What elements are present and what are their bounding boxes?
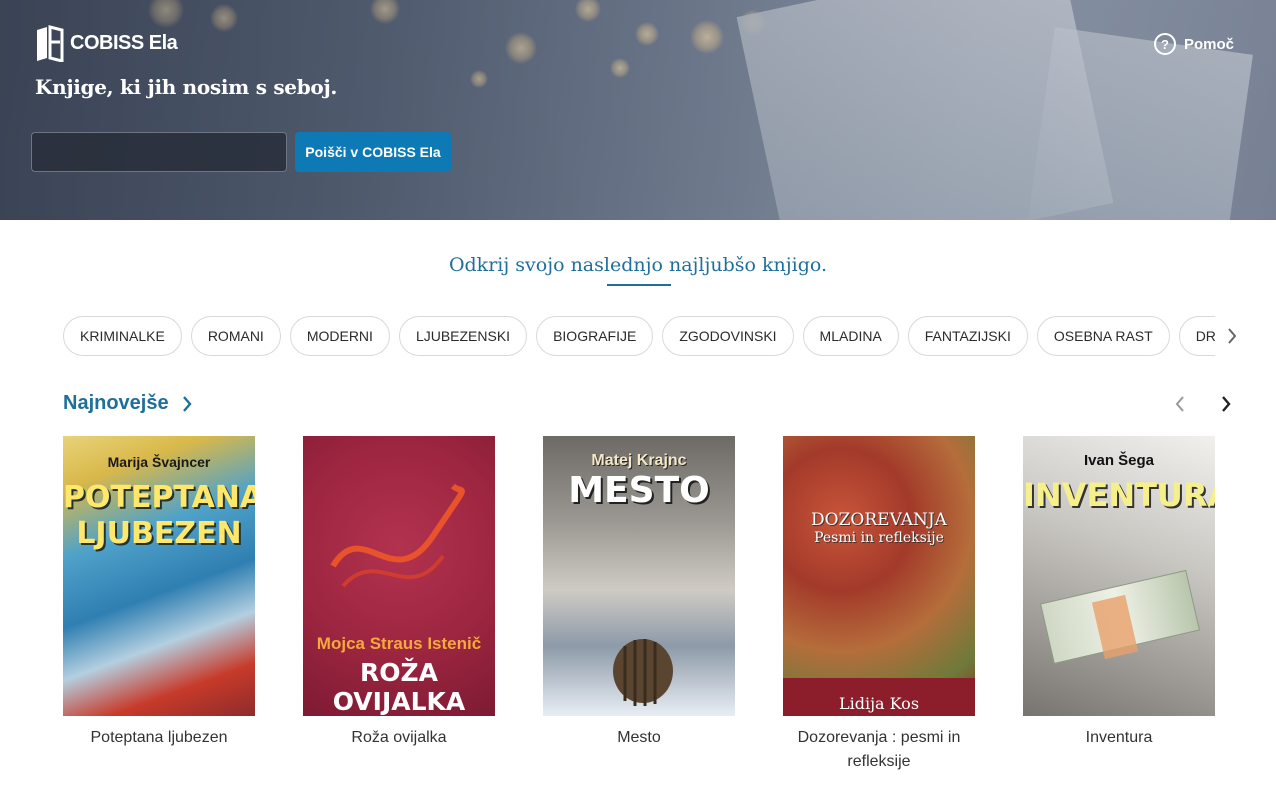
category-chip[interactable]: MODERNI	[289, 316, 390, 356]
help-label: Pomoč	[1184, 35, 1235, 53]
chevron-right-icon	[179, 394, 195, 414]
chevron-left-icon	[1175, 396, 1184, 412]
book-title[interactable]: Roža ovijalka	[303, 726, 495, 750]
book-cover[interactable]: Marija Švajncer POTEPTANA LJUBEZEN	[63, 436, 255, 716]
book-card[interactable]: Ivan Šega INVENTURA Inventura	[1023, 436, 1215, 750]
cover-title: DOZOREVANJA	[811, 510, 947, 530]
book-carousel: Marija Švajncer POTEPTANA LJUBEZEN Potep…	[63, 436, 1223, 776]
cover-author: Matej Krajnc	[591, 452, 687, 469]
cover-title: MESTO	[568, 470, 710, 511]
category-chip[interactable]: ZGODOVINSKI	[662, 316, 794, 356]
book-cover[interactable]: Ivan Šega INVENTURA	[1023, 436, 1215, 716]
title-underline	[607, 284, 671, 286]
category-chip[interactable]: KRIMINALKE	[63, 316, 182, 356]
book-card[interactable]: Matej Krajnc MESTO Mesto	[543, 436, 735, 750]
category-chip[interactable]: BIOGRAFIJE	[536, 316, 654, 356]
category-chip[interactable]: LJUBEZENSKI	[398, 316, 528, 356]
categories-next-button[interactable]	[1222, 324, 1242, 348]
book-card[interactable]: DOZOREVANJA Pesmi in refleksije Lidija K…	[783, 436, 975, 774]
discover-title: Odkrij svojo naslednjo najljubšo knjigo.	[448, 254, 828, 276]
chevron-right-icon	[1228, 328, 1237, 344]
category-chip[interactable]: ROMANI	[190, 316, 281, 356]
book-logo-icon	[37, 25, 64, 62]
category-chip[interactable]: FANTAZIJSKI	[907, 316, 1028, 356]
search-button[interactable]: Poišči v COBISS Ela	[295, 132, 451, 172]
cover-author: Ivan Šega	[1083, 452, 1155, 469]
book-cover[interactable]: Mojca Straus Istenič ROŽA OVIJALKA	[303, 436, 495, 716]
category-chip[interactable]: OSEBNA RAST	[1036, 316, 1170, 356]
section-title: Najnovejše	[63, 392, 169, 414]
carousel-next-button[interactable]	[1216, 393, 1236, 415]
question-circle-icon: ?	[1154, 33, 1176, 55]
section-title-link[interactable]: Najnovejše	[63, 392, 195, 415]
cover-title: ROŽA OVIJALKA	[332, 658, 466, 716]
help-link[interactable]: ? Pomoč	[1154, 33, 1234, 55]
tagline: Knjige, ki jih nosim s seboj.	[35, 75, 338, 99]
book-title[interactable]: Inventura	[1023, 726, 1215, 750]
cover-author: Mojca Straus Istenič	[316, 634, 482, 653]
book-title[interactable]: Mesto	[543, 726, 735, 750]
sculpture-illustration	[613, 639, 673, 706]
chevron-right-icon	[1222, 396, 1231, 412]
category-chip[interactable]: DRUŽINSKI	[1178, 316, 1215, 356]
hero-banner: COBISS Ela ? Pomoč Knjige, ki jih nosim …	[0, 0, 1276, 220]
book-cover[interactable]: DOZOREVANJA Pesmi in refleksije Lidija K…	[783, 436, 975, 716]
book-card[interactable]: Marija Švajncer POTEPTANA LJUBEZEN Potep…	[63, 436, 255, 750]
category-chips: KRIMINALKE ROMANI MODERNI LJUBEZENSKI BI…	[63, 316, 1215, 356]
book-title[interactable]: Poteptana ljubezen	[63, 726, 255, 750]
cover-title: POTEPTANA LJUBEZEN	[63, 480, 255, 551]
search-input[interactable]	[31, 132, 287, 172]
book-card[interactable]: Mojca Straus Istenič ROŽA OVIJALKA Roža …	[303, 436, 495, 750]
carousel-prev-button[interactable]	[1170, 393, 1190, 415]
cover-subtitle: Pesmi in refleksije	[814, 530, 944, 546]
logo[interactable]: COBISS Ela	[34, 24, 178, 62]
logo-text: COBISS Ela	[70, 31, 178, 54]
cover-title: INVENTURA	[1023, 476, 1215, 514]
book-cover[interactable]: Matej Krajnc MESTO	[543, 436, 735, 716]
book-title[interactable]: Dozorevanja : pesmi in refleksije	[783, 726, 975, 774]
cover-author: Lidija Kos	[838, 694, 920, 713]
category-chip[interactable]: MLADINA	[802, 316, 899, 356]
cover-author: Marija Švajncer	[107, 454, 211, 470]
ribbon-illustration	[330, 483, 465, 588]
